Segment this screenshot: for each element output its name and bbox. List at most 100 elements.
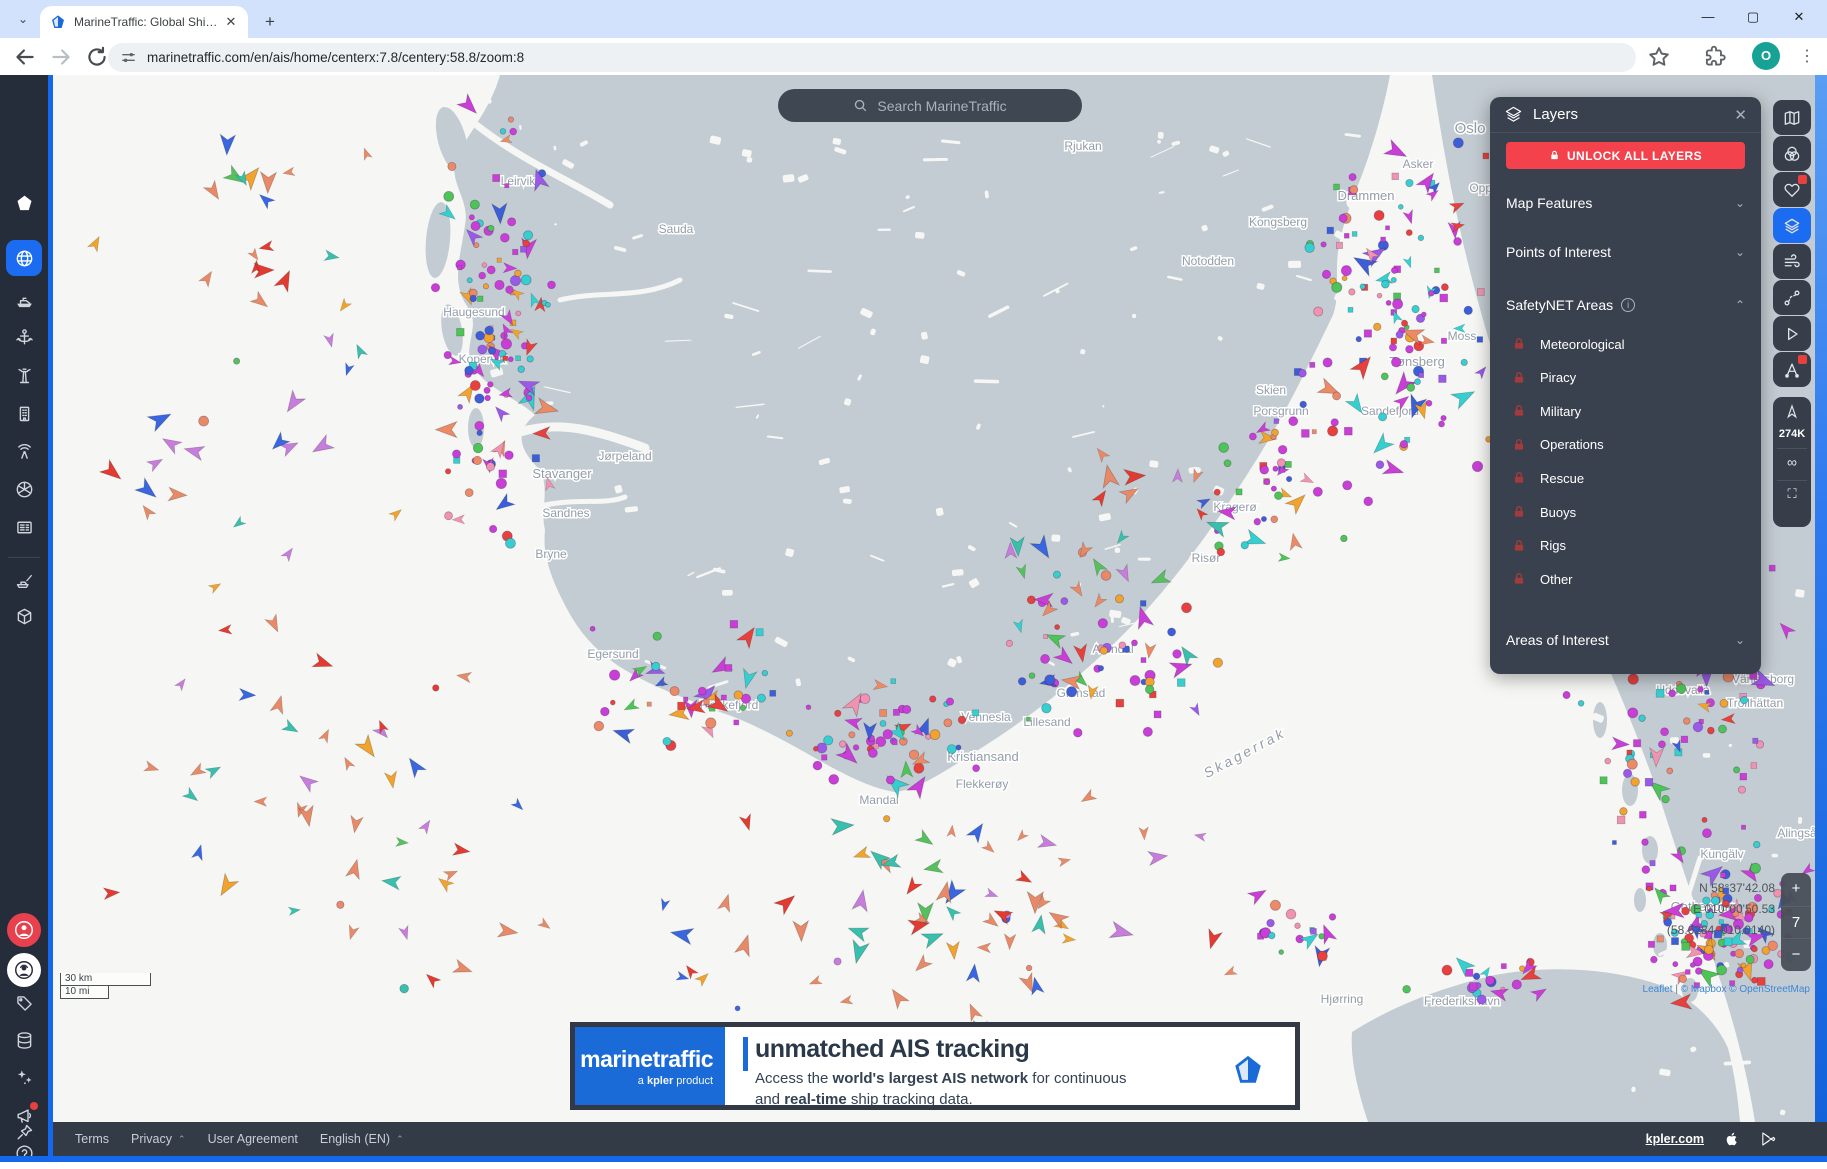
ship-marker[interactable] [214, 874, 238, 900]
ship-marker[interactable] [698, 687, 706, 695]
ship-marker[interactable] [231, 516, 246, 531]
ship-marker[interactable] [208, 580, 223, 593]
ship-marker[interactable] [1451, 384, 1478, 408]
ship-marker[interactable] [1270, 900, 1280, 910]
ship-marker[interactable] [345, 925, 359, 941]
ship-marker[interactable] [663, 737, 671, 745]
ship-marker[interactable] [444, 191, 454, 201]
ship-marker[interactable] [1038, 835, 1058, 852]
ship-marker[interactable] [1042, 703, 1052, 713]
ship-marker[interactable] [452, 450, 460, 458]
browser-tab[interactable]: MarineTraffic: Global Ship Track ✕ [40, 6, 248, 38]
leaflet-link[interactable]: Leaflet [1643, 984, 1673, 995]
ship-marker[interactable] [1396, 331, 1403, 338]
ship-marker[interactable] [1130, 675, 1140, 685]
ship-marker[interactable] [1170, 657, 1195, 678]
search-input[interactable]: Search MarineTraffic [778, 89, 1082, 122]
bookmark-star-icon[interactable] [1646, 44, 1672, 70]
ship-marker[interactable] [902, 877, 922, 898]
ship-marker[interactable] [1342, 276, 1347, 281]
ship-marker[interactable] [1633, 740, 1640, 747]
ship-marker[interactable] [516, 356, 521, 361]
ship-marker[interactable] [678, 702, 685, 709]
ship-marker[interactable] [500, 129, 506, 135]
ship-marker[interactable] [1662, 795, 1670, 803]
ship-marker[interactable] [448, 162, 456, 170]
ship-marker[interactable] [1429, 290, 1435, 296]
ship-marker[interactable] [1327, 227, 1334, 234]
ship-marker[interactable] [1328, 426, 1338, 436]
ship-marker[interactable] [256, 190, 275, 209]
ship-marker[interactable] [756, 629, 763, 636]
ship-marker[interactable] [1273, 466, 1278, 471]
ship-marker[interactable] [1434, 268, 1439, 273]
ship-marker[interactable] [518, 366, 525, 373]
ship-marker[interactable] [1439, 421, 1445, 427]
ship-marker[interactable] [1145, 685, 1154, 694]
ship-marker[interactable] [385, 771, 400, 789]
ship-marker[interactable] [824, 736, 833, 745]
ship-marker[interactable] [1631, 778, 1640, 787]
ship-marker[interactable] [1313, 487, 1322, 496]
ship-marker[interactable] [1453, 138, 1463, 148]
ship-marker[interactable] [1733, 767, 1739, 773]
window-close-button[interactable]: ✕ [1777, 0, 1821, 34]
ship-marker[interactable] [147, 454, 166, 471]
sidebar-item-stations-radar-icon[interactable] [14, 441, 35, 462]
weather-button[interactable] [1773, 244, 1811, 279]
ship-marker[interactable] [282, 719, 301, 736]
ship-marker[interactable] [1645, 778, 1653, 786]
browser-menu-kebab-icon[interactable]: ⋮ [1794, 44, 1820, 70]
ship-marker[interactable] [1407, 383, 1415, 391]
ship-marker[interactable] [515, 270, 522, 277]
ship-marker[interactable] [1268, 932, 1275, 939]
ship-marker[interactable] [1398, 204, 1403, 209]
ship-marker[interactable] [168, 487, 187, 502]
ship-marker[interactable] [1026, 717, 1030, 721]
ship-marker[interactable] [1477, 289, 1484, 296]
ship-marker[interactable] [474, 242, 479, 247]
ship-marker[interactable] [887, 985, 909, 1008]
ship-marker[interactable] [470, 295, 477, 302]
ship-marker[interactable] [706, 718, 716, 728]
ship-marker[interactable] [874, 744, 879, 749]
ship-marker[interactable] [658, 898, 670, 912]
ship-marker[interactable] [1044, 635, 1048, 639]
ship-marker[interactable] [352, 342, 367, 359]
ship-marker[interactable] [548, 281, 556, 289]
footer-link-privacy[interactable]: Privacy⌃ [131, 1132, 186, 1146]
ship-marker[interactable] [1376, 461, 1384, 469]
ship-marker[interactable] [1334, 184, 1340, 190]
ship-marker[interactable] [1321, 242, 1326, 247]
ship-marker[interactable] [1027, 596, 1035, 604]
ship-marker[interactable] [470, 200, 479, 209]
ship-marker[interactable] [526, 395, 532, 401]
ship-marker[interactable] [880, 720, 886, 726]
window-maximize-button[interactable]: ▢ [1731, 0, 1775, 34]
ship-marker[interactable] [521, 275, 531, 285]
ship-marker[interactable] [506, 286, 514, 294]
ship-marker[interactable] [312, 653, 335, 673]
tab-search-chevron-icon[interactable]: ⌄ [10, 8, 36, 30]
ship-marker[interactable] [1656, 689, 1664, 697]
ship-marker[interactable] [1473, 973, 1480, 980]
ship-marker[interactable] [611, 723, 634, 743]
ship-marker[interactable] [452, 515, 465, 525]
ship-marker[interactable] [770, 690, 776, 696]
sidebar-item-products-cube-icon[interactable] [14, 606, 35, 627]
ship-marker[interactable] [1004, 934, 1016, 950]
sidebar-item-photos-aperture-icon[interactable] [14, 479, 35, 500]
ship-marker[interactable] [1403, 256, 1415, 269]
ship-marker[interactable] [1682, 943, 1690, 951]
ship-marker[interactable] [1628, 708, 1638, 718]
ship-marker[interactable] [1717, 965, 1727, 975]
ship-marker[interactable] [839, 995, 853, 1006]
ship-marker[interactable] [609, 670, 619, 680]
ship-marker[interactable] [445, 512, 453, 520]
ship-marker[interactable] [1314, 307, 1323, 316]
ship-marker[interactable] [458, 404, 463, 409]
ship-marker[interactable] [260, 172, 276, 194]
safetynet-item-operations[interactable]: Operations [1512, 435, 1745, 455]
ship-marker[interactable] [1764, 960, 1773, 969]
sidebar-item-lights-lighthouse-icon[interactable] [14, 365, 35, 386]
